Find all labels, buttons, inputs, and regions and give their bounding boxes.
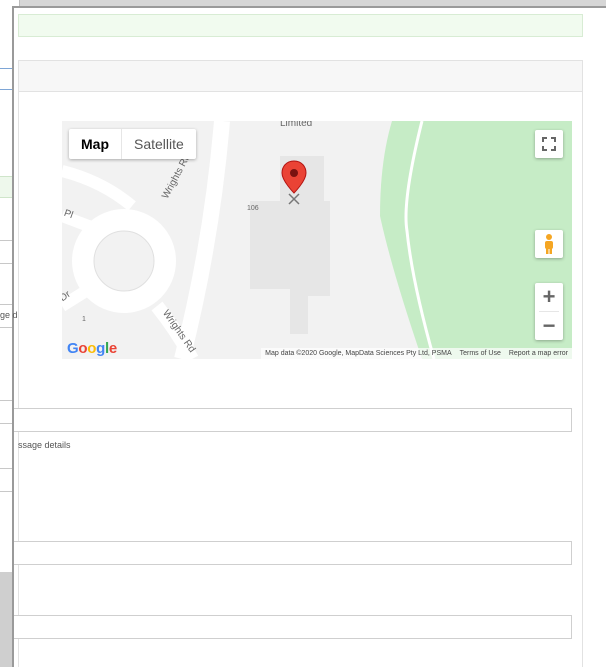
zoom-out-button[interactable]: − [535, 312, 563, 340]
street-view-pegman-button[interactable] [535, 230, 563, 258]
terms-of-use-link[interactable]: Terms of Use [456, 348, 505, 359]
success-alert [18, 14, 583, 37]
map-data-attribution: Map data ©2020 Google, MapData Sciences … [265, 350, 452, 357]
map-type-control: Map Satellite [69, 129, 196, 159]
map-attribution: Map data ©2020 Google, MapData Sciences … [261, 348, 572, 359]
fullscreen-button[interactable] [535, 130, 563, 158]
map-view[interactable]: Wrights Rd Wrights Rd Limited 106 Pl Dr … [62, 121, 572, 359]
pegman-icon [545, 234, 553, 254]
text-input[interactable] [14, 408, 572, 432]
google-logo: Google [67, 340, 117, 357]
text-input[interactable] [14, 615, 572, 639]
bg-help-text: ge d [0, 310, 18, 320]
zoom-in-button[interactable]: + [535, 283, 563, 311]
road-label: 1 [82, 316, 86, 323]
map-type-satellite-button[interactable]: Satellite [122, 129, 196, 159]
report-map-error-link[interactable]: Report a map error [505, 348, 572, 359]
fullscreen-icon [542, 137, 556, 151]
text-input[interactable] [14, 541, 572, 565]
message-details-help: ssage details [18, 440, 71, 450]
location-panel: Wrights Rd Wrights Rd Limited 106 Pl Dr … [12, 6, 606, 667]
panel-header [18, 60, 583, 92]
road-label: 106 [247, 205, 259, 212]
map-type-map-button[interactable]: Map [69, 129, 122, 159]
road-label: Limited [280, 121, 313, 129]
zoom-control: + − [535, 283, 563, 340]
